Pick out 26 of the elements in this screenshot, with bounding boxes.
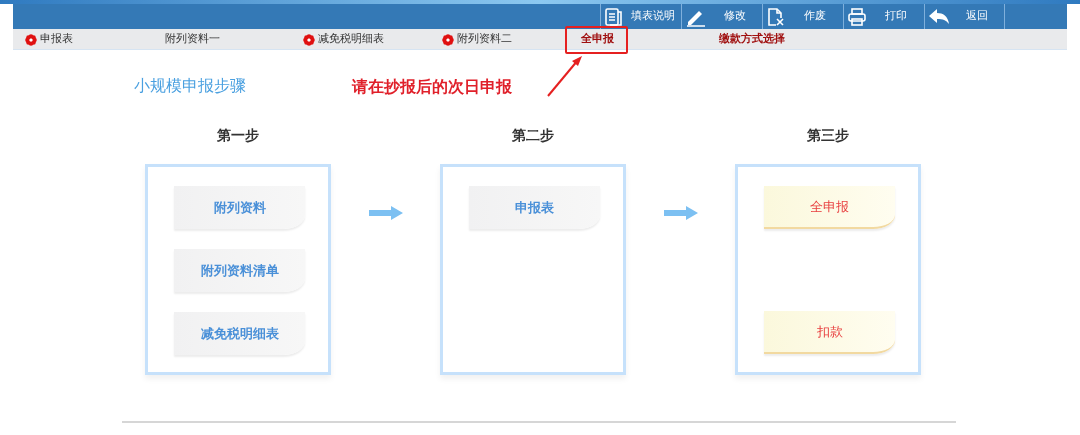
- step-title: 第三步: [807, 126, 849, 145]
- tab[interactable]: 申报表: [23, 29, 75, 50]
- tab[interactable]: 附列资料二: [440, 29, 514, 50]
- tab[interactable]: 全申报: [579, 29, 616, 50]
- tab[interactable]: 附列资料一: [163, 29, 222, 50]
- tab[interactable]: 缴款方式选择: [717, 29, 787, 50]
- step-button[interactable]: 扣款: [764, 311, 895, 354]
- step-button[interactable]: 申报表: [469, 186, 600, 229]
- tab[interactable]: 减免税明细表: [301, 29, 386, 50]
- notice-text: 请在抄报后的次日申报: [352, 76, 512, 98]
- document-x-icon: [766, 6, 786, 27]
- step-button[interactable]: 附列资料: [174, 186, 305, 229]
- step-title: 第二步: [512, 126, 554, 145]
- flower-icon: [25, 33, 37, 46]
- right-arrow-icon: [663, 206, 698, 220]
- step-button[interactable]: 减免税明细表: [174, 312, 305, 355]
- printer-icon: [847, 6, 867, 27]
- section-heading: 小规模申报步骤: [134, 75, 246, 97]
- step-button[interactable]: 全申报: [764, 186, 895, 229]
- flower-icon: [442, 33, 454, 46]
- step-button[interactable]: 附列资料清单: [174, 249, 305, 292]
- document-icon: [604, 6, 624, 27]
- right-arrow-icon: [368, 206, 403, 220]
- step-title: 第一步: [217, 126, 259, 145]
- back-arrow-icon: [928, 7, 950, 26]
- flower-icon: [303, 33, 315, 46]
